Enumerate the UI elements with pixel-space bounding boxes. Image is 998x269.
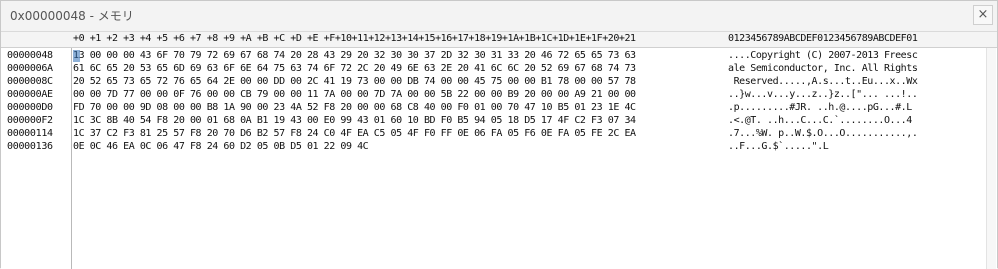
hex-row[interactable]: 61 6C 65 20 53 65 6D 69 63 6F 6E 64 75 6… [73,63,723,76]
offset-label: 00000114 [7,128,53,139]
ascii-row[interactable]: ale Semiconductor, Inc. All Rights [728,63,993,76]
hex-row[interactable]: 13 00 00 00 43 6F 70 79 72 69 67 68 74 2… [73,50,723,63]
offset-label: 000000F2 [7,115,53,126]
title-bar[interactable]: 0x00000048 - メモリ × [1,1,997,32]
close-button[interactable]: × [973,5,993,25]
offset-label: 000000AE [7,89,53,100]
ascii-row[interactable]: ..}w...v...y...z..}z..["... ...!.. [728,89,993,102]
hex-row[interactable]: 20 52 65 73 65 72 76 65 64 2E 00 00 DD 0… [73,76,723,89]
hex-row[interactable]: 1C 3C 8B 40 54 F8 20 00 01 68 0A B1 19 4… [73,115,723,128]
window-title: 0x00000048 - メモリ [10,9,134,23]
hex-row[interactable]: 0E 0C 46 EA 0C 06 47 F8 24 60 D2 05 0B D… [73,141,723,154]
hex-row[interactable]: 00 00 7D 77 00 00 0F 76 00 00 CB 79 00 0… [73,89,723,102]
offset-label: 000000D0 [7,102,53,113]
vertical-scrollbar[interactable] [986,48,996,269]
offset-column: 00000048 0000006A 0000008C 000000AE 0000… [1,48,72,269]
memory-dump-area[interactable]: 13 00 00 00 43 6F 70 79 72 69 67 68 74 2… [72,48,997,269]
close-icon: × [977,7,989,22]
hex-row[interactable]: 1C 37 C2 F3 81 25 57 F8 20 70 D6 B2 57 F… [73,128,723,141]
offset-label: 0000006A [7,63,53,74]
offset-label: 0000008C [7,76,53,87]
ascii-row[interactable]: Reserved.....,A.s...t..Eu...x..Wx [728,76,993,89]
ascii-row[interactable]: ..F...G.$`.....".L [728,141,993,154]
selection-cursor [73,50,80,62]
hex-row[interactable]: FD 70 00 00 9D 08 00 00 B8 1A 90 00 23 4… [73,102,723,115]
column-header: +0 +1 +2 +3 +4 +5 +6 +7 +8 +9 +A +B +C +… [1,32,997,48]
offset-label: 00000136 [7,141,53,152]
ascii-row[interactable]: .<.@T. ..h...C...C.`........O...4 [728,115,993,128]
ascii-row[interactable]: .7...%W. p..W.$.O...O...........,. [728,128,993,141]
hex-column-header: +0 +1 +2 +3 +4 +5 +6 +7 +8 +9 +A +B +C +… [73,33,636,44]
ascii-column-header: 0123456789ABCDEF0123456789ABCDEF01 [728,33,918,44]
offset-label: 00000048 [7,50,53,61]
ascii-row[interactable]: ....Copyright (C) 2007-2013 Freesc [728,50,993,63]
ascii-row[interactable]: .p.........#JR. ..h.@....pG...#.L [728,102,993,115]
memory-window: 0x00000048 - メモリ × +0 +1 +2 +3 +4 +5 +6 … [0,0,998,269]
